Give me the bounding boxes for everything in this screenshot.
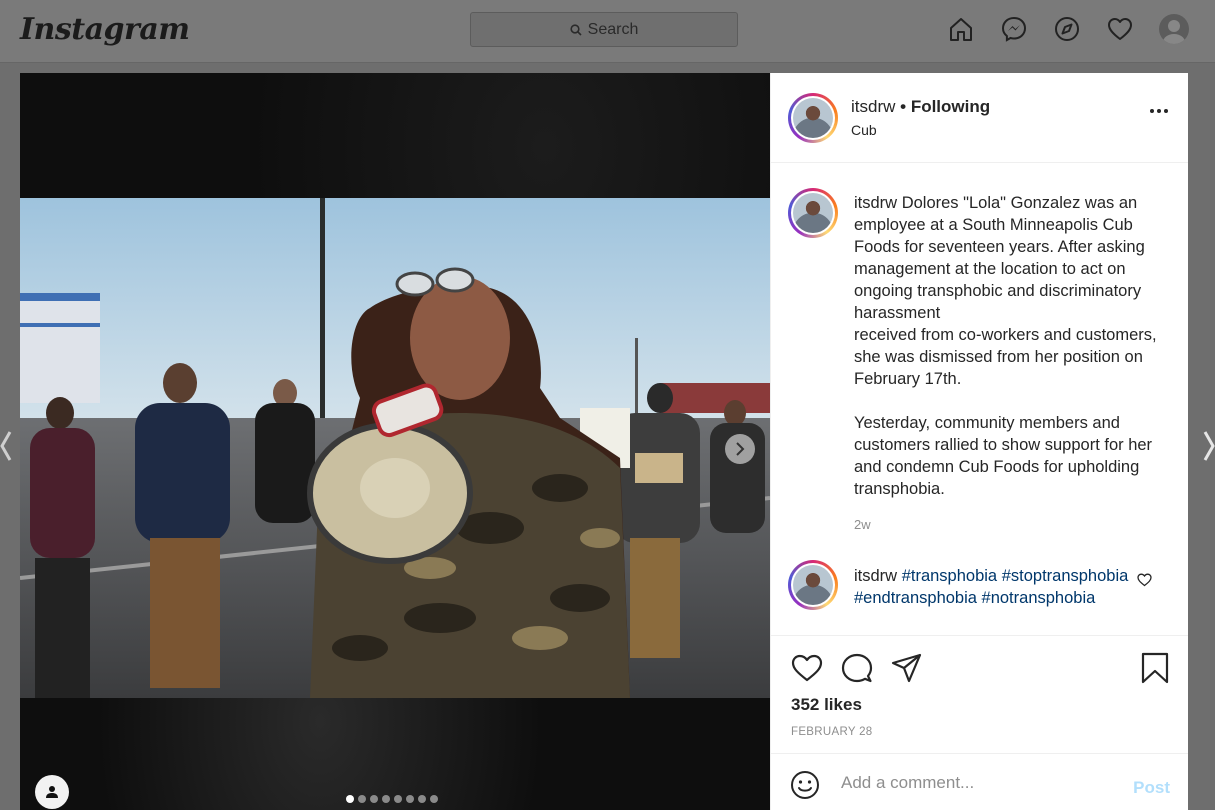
hashtag-link[interactable]: #notransphobia	[982, 589, 1096, 607]
top-navigation: Instagram Search	[0, 0, 1215, 63]
hashtag-link[interactable]: #endtransphobia	[854, 589, 977, 607]
post-media[interactable]	[20, 73, 770, 810]
post-modal: itsdrw • Following Cub itsdrw Dolores "L…	[20, 73, 1188, 810]
save-bookmark-icon[interactable]	[1140, 652, 1170, 684]
like-comment-heart-icon[interactable]	[1137, 573, 1152, 587]
post-date[interactable]: FEBRUARY 28	[791, 726, 873, 738]
following-status[interactable]: • Following	[900, 97, 990, 116]
caption-text: Dolores "Lola" Gonzalez was an employee …	[854, 194, 1157, 498]
more-options-icon[interactable]	[1150, 109, 1168, 113]
carousel-dot	[370, 795, 378, 803]
post-comment-button[interactable]: Post	[1133, 778, 1170, 798]
author-avatar[interactable]	[788, 93, 838, 143]
carousel-dot	[346, 795, 354, 803]
messenger-icon[interactable]	[1000, 15, 1028, 43]
caption-username[interactable]: itsdrw	[854, 194, 897, 212]
carousel-next-button[interactable]	[725, 434, 755, 464]
user-icon	[46, 786, 58, 798]
caption-timestamp[interactable]: 2w	[854, 517, 871, 532]
add-comment-bar: Post	[771, 753, 1188, 810]
search-icon	[570, 23, 582, 36]
post-actions: 352 likes FEBRUARY 28	[771, 635, 1188, 753]
explore-icon[interactable]	[1053, 15, 1081, 43]
profile-avatar[interactable]	[1159, 14, 1189, 44]
search-input[interactable]: Search	[470, 12, 738, 47]
like-heart-icon[interactable]	[791, 652, 823, 684]
caption-avatar[interactable]	[788, 188, 838, 238]
carousel-dot	[430, 795, 438, 803]
author-username[interactable]: itsdrw	[851, 97, 895, 116]
carousel-dot	[418, 795, 426, 803]
tagged-users-button[interactable]	[35, 775, 69, 809]
comment-username[interactable]: itsdrw	[854, 567, 897, 585]
hashtag-link[interactable]: #transphobia	[902, 567, 997, 585]
previous-post-arrow-icon[interactable]	[0, 428, 16, 464]
home-icon[interactable]	[947, 15, 975, 43]
hashtag-link[interactable]: #stoptransphobia	[1002, 567, 1129, 585]
carousel-dot	[406, 795, 414, 803]
post-side-panel: itsdrw • Following Cub itsdrw Dolores "L…	[770, 73, 1188, 810]
comment-avatar[interactable]	[788, 560, 838, 610]
comments-section[interactable]: itsdrw Dolores "Lola" Gonzalez was an em…	[771, 164, 1188, 635]
carousel-dot	[394, 795, 402, 803]
activity-heart-icon[interactable]	[1106, 15, 1134, 43]
carousel-dot	[382, 795, 390, 803]
likes-count[interactable]: 352 likes	[791, 695, 862, 715]
instagram-logo[interactable]: Instagram	[20, 12, 190, 47]
post-caption: itsdrw Dolores "Lola" Gonzalez was an em…	[854, 192, 1164, 500]
post-location[interactable]: Cub	[851, 122, 877, 138]
next-post-arrow-icon[interactable]	[1199, 428, 1215, 464]
comment-input[interactable]	[841, 768, 1111, 798]
carousel-indicator	[346, 795, 438, 803]
share-send-icon[interactable]	[891, 652, 923, 684]
post-photo	[20, 198, 770, 698]
post-header: itsdrw • Following Cub	[771, 73, 1188, 163]
search-placeholder: Search	[587, 20, 639, 38]
comment-item: itsdrw #transphobia #stoptransphobia #en…	[854, 565, 1134, 609]
comment-bubble-icon[interactable]	[841, 652, 873, 684]
carousel-dot	[358, 795, 366, 803]
chevron-right-icon	[736, 442, 745, 456]
emoji-icon[interactable]	[790, 770, 820, 800]
